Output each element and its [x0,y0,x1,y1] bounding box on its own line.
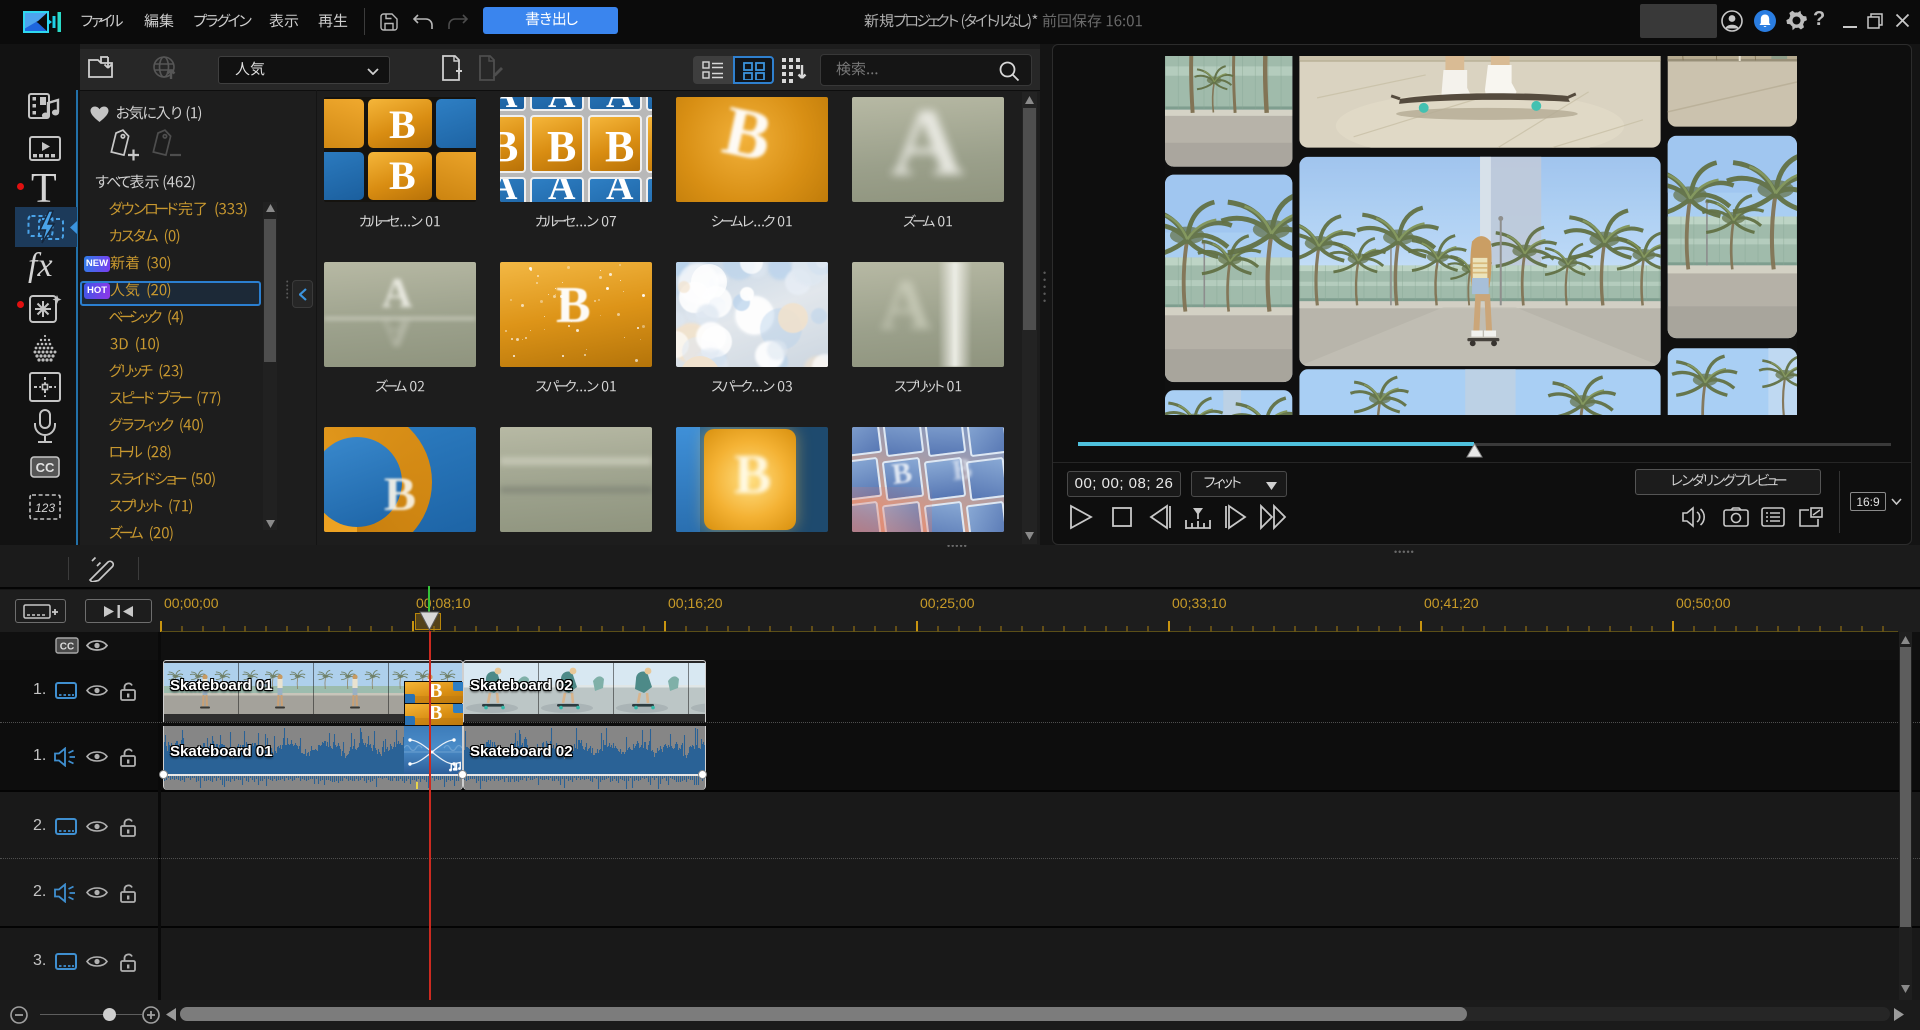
svg-text:123: 123 [35,501,55,515]
svg-text:CC: CC [36,460,55,475]
svg-text:CC: CC [60,642,74,653]
